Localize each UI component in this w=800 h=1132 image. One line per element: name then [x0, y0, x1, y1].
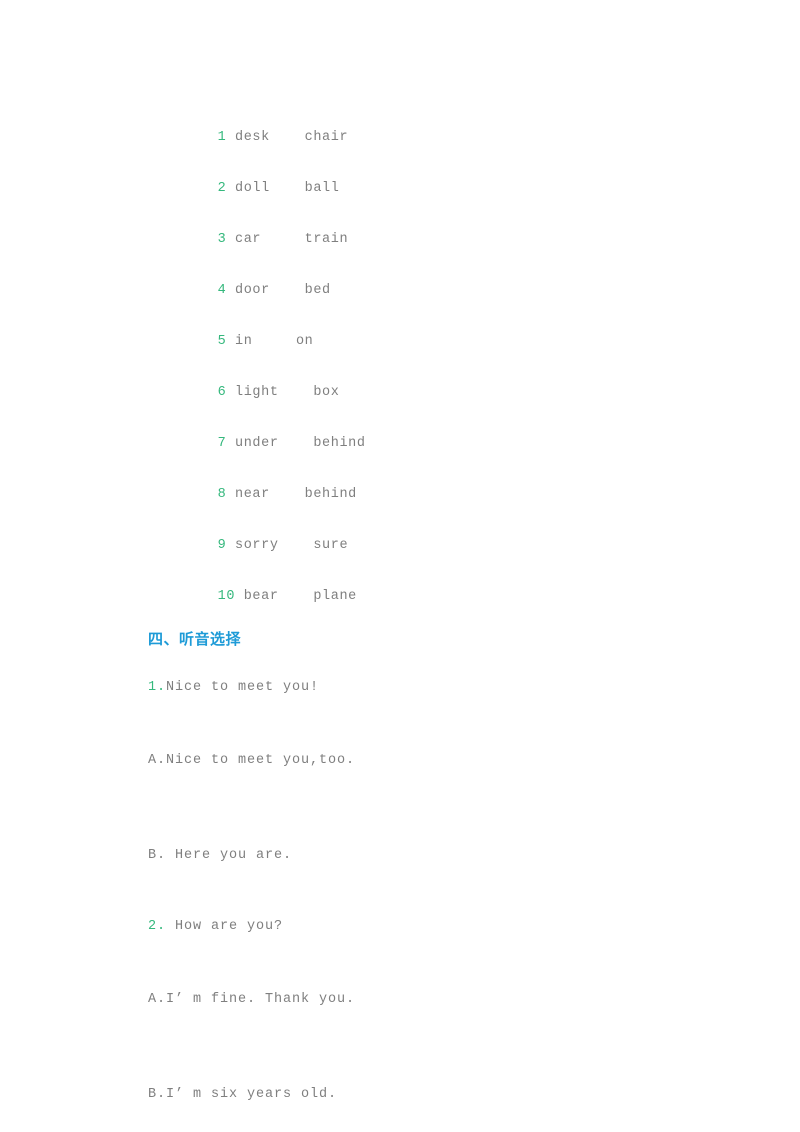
question-option[interactable]: A.Nice to meet you,too. [148, 751, 748, 771]
word-pair-first-word: near [235, 487, 270, 502]
word-pair-gap [279, 436, 314, 451]
word-pair-second-word: behind [313, 436, 366, 451]
word-pair-spacer [226, 283, 235, 298]
word-pair-row: 3 car train [148, 210, 748, 261]
word-pair-second-word: box [313, 385, 340, 400]
word-pair-row: 1 desk chair [148, 108, 748, 159]
question-option[interactable]: B.I’ m six years old. [148, 1085, 748, 1105]
word-pair-second-word: bed [304, 283, 331, 298]
word-pair-gap [279, 538, 314, 553]
word-pair-spacer [226, 130, 235, 145]
word-pair-row: 10 bear plane [148, 567, 748, 618]
document-content: 1 desk chair 2 doll ball 3 car train 4 d… [148, 108, 748, 1105]
word-pair-spacer [235, 589, 244, 604]
word-pair-first-word: car [235, 232, 262, 247]
word-pair-second-word: chair [304, 130, 349, 145]
word-pair-row: 2 doll ball [148, 159, 748, 210]
word-pair-spacer [226, 334, 235, 349]
option-text: I’ m fine. Thank you. [166, 992, 356, 1007]
question-number: 2. [148, 919, 176, 934]
word-pair-first-word: desk [235, 130, 270, 145]
word-pair-first-word: in [235, 334, 253, 349]
option-text: I’ m six years old. [166, 1087, 338, 1102]
word-pair-spacer [226, 436, 235, 451]
word-pair-second-word: ball [304, 181, 340, 196]
word-pair-spacer [226, 385, 235, 400]
word-pair-second-word: train [304, 232, 349, 247]
question-number: 1. [148, 680, 167, 695]
option-label: A. [148, 753, 167, 768]
option-text: Here you are. [175, 848, 293, 863]
word-pair-first-word: light [235, 385, 279, 400]
section-heading: 四、听音选择 [148, 630, 242, 648]
question-block: 2. How are you? A.I’ m fine. Thank you. … [148, 917, 748, 1105]
word-pair-spacer [226, 538, 235, 553]
word-pair-gap [279, 589, 314, 604]
word-pair-gap [270, 283, 305, 298]
word-pair-gap [261, 232, 305, 247]
question-stem: 2. How are you? [148, 917, 748, 937]
question-stem: 1.Nice to meet you! [148, 678, 748, 698]
word-pair-row: 7 under behind [148, 414, 748, 465]
word-pair-row: 8 near behind [148, 465, 748, 516]
word-pair-gap [270, 487, 305, 502]
word-pair-row: 6 light box [148, 363, 748, 414]
word-pair-first-word: doll [235, 181, 270, 196]
word-pair-second-word: sure [313, 538, 349, 553]
word-pair-gap [270, 181, 305, 196]
word-pair-spacer [226, 487, 235, 502]
word-pair-number: 10 [217, 589, 236, 604]
question-option[interactable]: B. Here you are. [148, 846, 748, 866]
word-pair-gap [252, 334, 296, 349]
word-pair-first-word: under [235, 436, 279, 451]
word-pair-list: 1 desk chair 2 doll ball 3 car train 4 d… [148, 108, 748, 618]
word-pair-row: 5 in on [148, 312, 748, 363]
option-label: B. [148, 848, 176, 863]
question-option[interactable]: A.I’ m fine. Thank you. [148, 990, 748, 1010]
word-pair-second-word: plane [313, 589, 357, 604]
word-pair-spacer [226, 181, 235, 196]
word-pair-first-word: sorry [235, 538, 279, 553]
question-stem-text: Nice to meet you! [166, 680, 320, 695]
word-pair-spacer [226, 232, 235, 247]
question-stem-text: How are you? [175, 919, 284, 934]
word-pair-row: 9 sorry sure [148, 516, 748, 567]
word-pair-first-word: door [235, 283, 270, 298]
word-pair-second-word: on [295, 334, 314, 349]
word-pair-first-word: bear [243, 589, 279, 604]
option-label: A. [148, 992, 167, 1007]
document-page: 1 desk chair 2 doll ball 3 car train 4 d… [0, 0, 800, 1132]
word-pair-gap [270, 130, 305, 145]
option-text: Nice to meet you,too. [166, 753, 356, 768]
word-pair-gap [279, 385, 314, 400]
option-label: B. [148, 1087, 167, 1102]
word-pair-row: 4 door bed [148, 261, 748, 312]
question-block: 1.Nice to meet you! A.Nice to meet you,t… [148, 678, 748, 917]
word-pair-second-word: behind [304, 487, 357, 502]
